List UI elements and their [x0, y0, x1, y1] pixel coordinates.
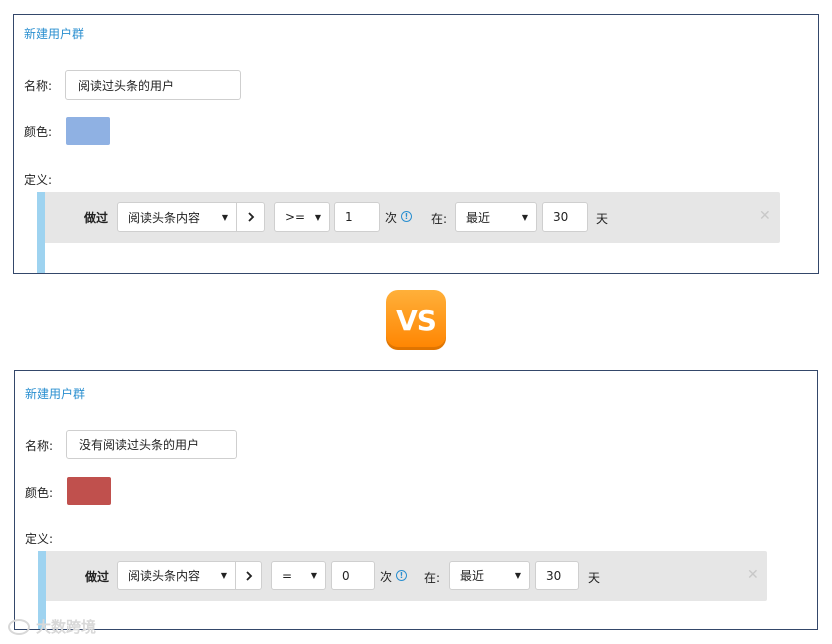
- color-swatch[interactable]: [67, 477, 111, 505]
- vs-badge: VS: [386, 290, 446, 350]
- info-icon[interactable]: !: [401, 211, 412, 222]
- caret-down-icon: ▼: [220, 571, 227, 580]
- days-unit: 天: [588, 571, 601, 585]
- caret-down-icon: ▼: [310, 571, 317, 580]
- chevron-right-icon: [245, 570, 252, 581]
- name-input-value: 没有阅读过头条的用户: [79, 438, 200, 452]
- count-input[interactable]: 1: [334, 202, 380, 232]
- period-select[interactable]: 最近 ▼: [455, 202, 537, 232]
- rule-accent-bar-lower: [37, 192, 45, 273]
- name-input[interactable]: 阅读过头条的用户: [65, 70, 241, 100]
- watermark-text: 大数跨境: [36, 618, 97, 636]
- time-label: 在:: [424, 571, 441, 585]
- operator-select-value: >=: [285, 210, 306, 224]
- days-input[interactable]: 30: [535, 561, 579, 590]
- info-icon[interactable]: !: [396, 570, 407, 581]
- color-label: 颜色:: [25, 486, 54, 500]
- days-input-value: 30: [546, 568, 562, 583]
- name-input-value: 阅读过头条的用户: [78, 78, 175, 93]
- period-select-value: 最近: [460, 569, 485, 583]
- count-input-value: 1: [345, 210, 353, 224]
- count-input[interactable]: 0: [331, 561, 375, 590]
- chevron-right-button[interactable]: [236, 202, 265, 232]
- caret-down-icon: ▼: [221, 212, 228, 222]
- vs-label: VS: [396, 303, 437, 337]
- period-select-value: 最近: [466, 210, 491, 225]
- caret-down-icon: ▼: [314, 212, 321, 222]
- bottom-user-group-panel: 新建用户群 名称: 没有阅读过头条的用户 颜色: 定义: 做过 阅读头条内容 ▼…: [14, 370, 818, 630]
- operator-select-value: =: [282, 568, 293, 583]
- rule-action-label: 做过: [85, 570, 110, 584]
- panel-title: 新建用户群: [25, 387, 86, 401]
- time-label: 在:: [431, 212, 448, 226]
- top-user-group-panel: 新建用户群 名称: 阅读过头条的用户 颜色: 定义: 做过 阅读头条内容 ▼ >…: [13, 14, 819, 274]
- event-select[interactable]: 阅读头条内容 ▼: [117, 202, 237, 232]
- color-swatch[interactable]: [66, 117, 110, 145]
- event-select-value: 阅读头条内容: [128, 210, 201, 225]
- rule-lower-area: [45, 243, 785, 273]
- chevron-right-icon: [247, 212, 254, 222]
- watermark-logo-icon: [8, 618, 30, 635]
- watermark: 大数跨境: [8, 616, 96, 637]
- definition-label: 定义:: [25, 532, 54, 546]
- color-label: 颜色:: [24, 125, 53, 139]
- panel-title: 新建用户群: [24, 27, 85, 41]
- days-unit: 天: [596, 212, 609, 226]
- rule-action-label: 做过: [84, 211, 109, 225]
- operator-select[interactable]: = ▼: [271, 561, 326, 590]
- period-select[interactable]: 最近 ▼: [449, 561, 530, 590]
- caret-down-icon: ▼: [514, 571, 521, 580]
- close-icon[interactable]: ✕: [747, 567, 759, 583]
- rule-row: 做过 阅读头条内容 ▼ = ▼ 0 次 ! 在: 最近 ▼ 30 天 ✕: [38, 551, 767, 601]
- caret-down-icon: ▼: [521, 212, 528, 222]
- days-input[interactable]: 30: [542, 202, 588, 232]
- definition-label: 定义:: [24, 173, 53, 187]
- count-input-value: 0: [342, 568, 350, 583]
- chevron-right-button[interactable]: [235, 561, 262, 590]
- name-label: 名称:: [25, 439, 54, 453]
- event-select[interactable]: 阅读头条内容 ▼: [117, 561, 236, 590]
- count-unit: 次: [380, 570, 393, 584]
- event-select-value: 阅读头条内容: [128, 569, 201, 583]
- name-label: 名称:: [24, 79, 53, 93]
- days-input-value: 30: [553, 210, 569, 224]
- rule-row: 做过 阅读头条内容 ▼ >= ▼ 1 次 ! 在: 最近 ▼ 30 天 ✕: [37, 192, 780, 272]
- operator-select[interactable]: >= ▼: [274, 202, 330, 232]
- count-unit: 次: [385, 211, 398, 225]
- name-input[interactable]: 没有阅读过头条的用户: [66, 430, 237, 459]
- close-icon[interactable]: ✕: [759, 208, 771, 224]
